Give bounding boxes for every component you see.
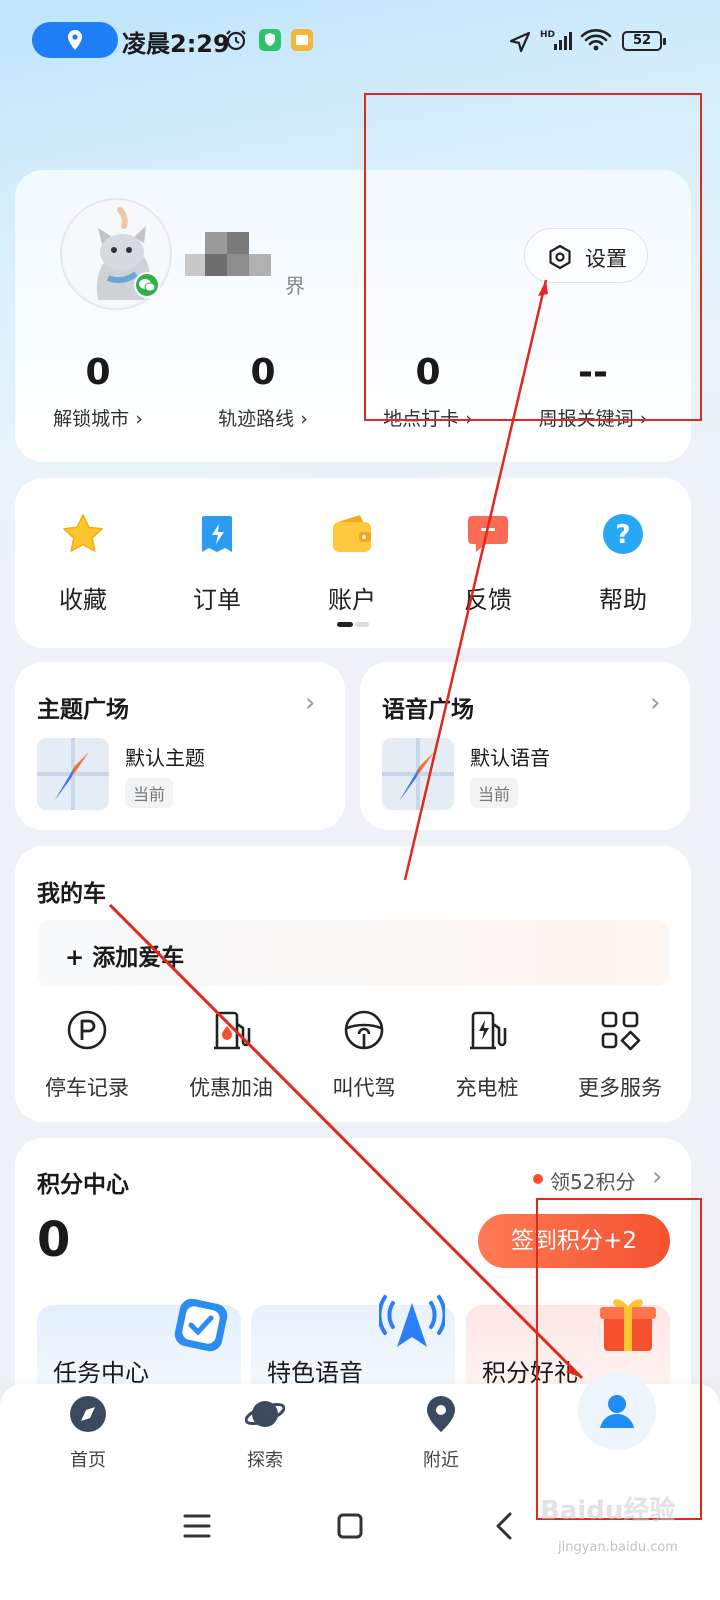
- annotation-arrows: [108, 279, 584, 1380]
- baidu-watermark: Baidu经验: [540, 1496, 676, 1526]
- baidu-watermark-url: jingyan.baidu.com: [558, 1540, 678, 1555]
